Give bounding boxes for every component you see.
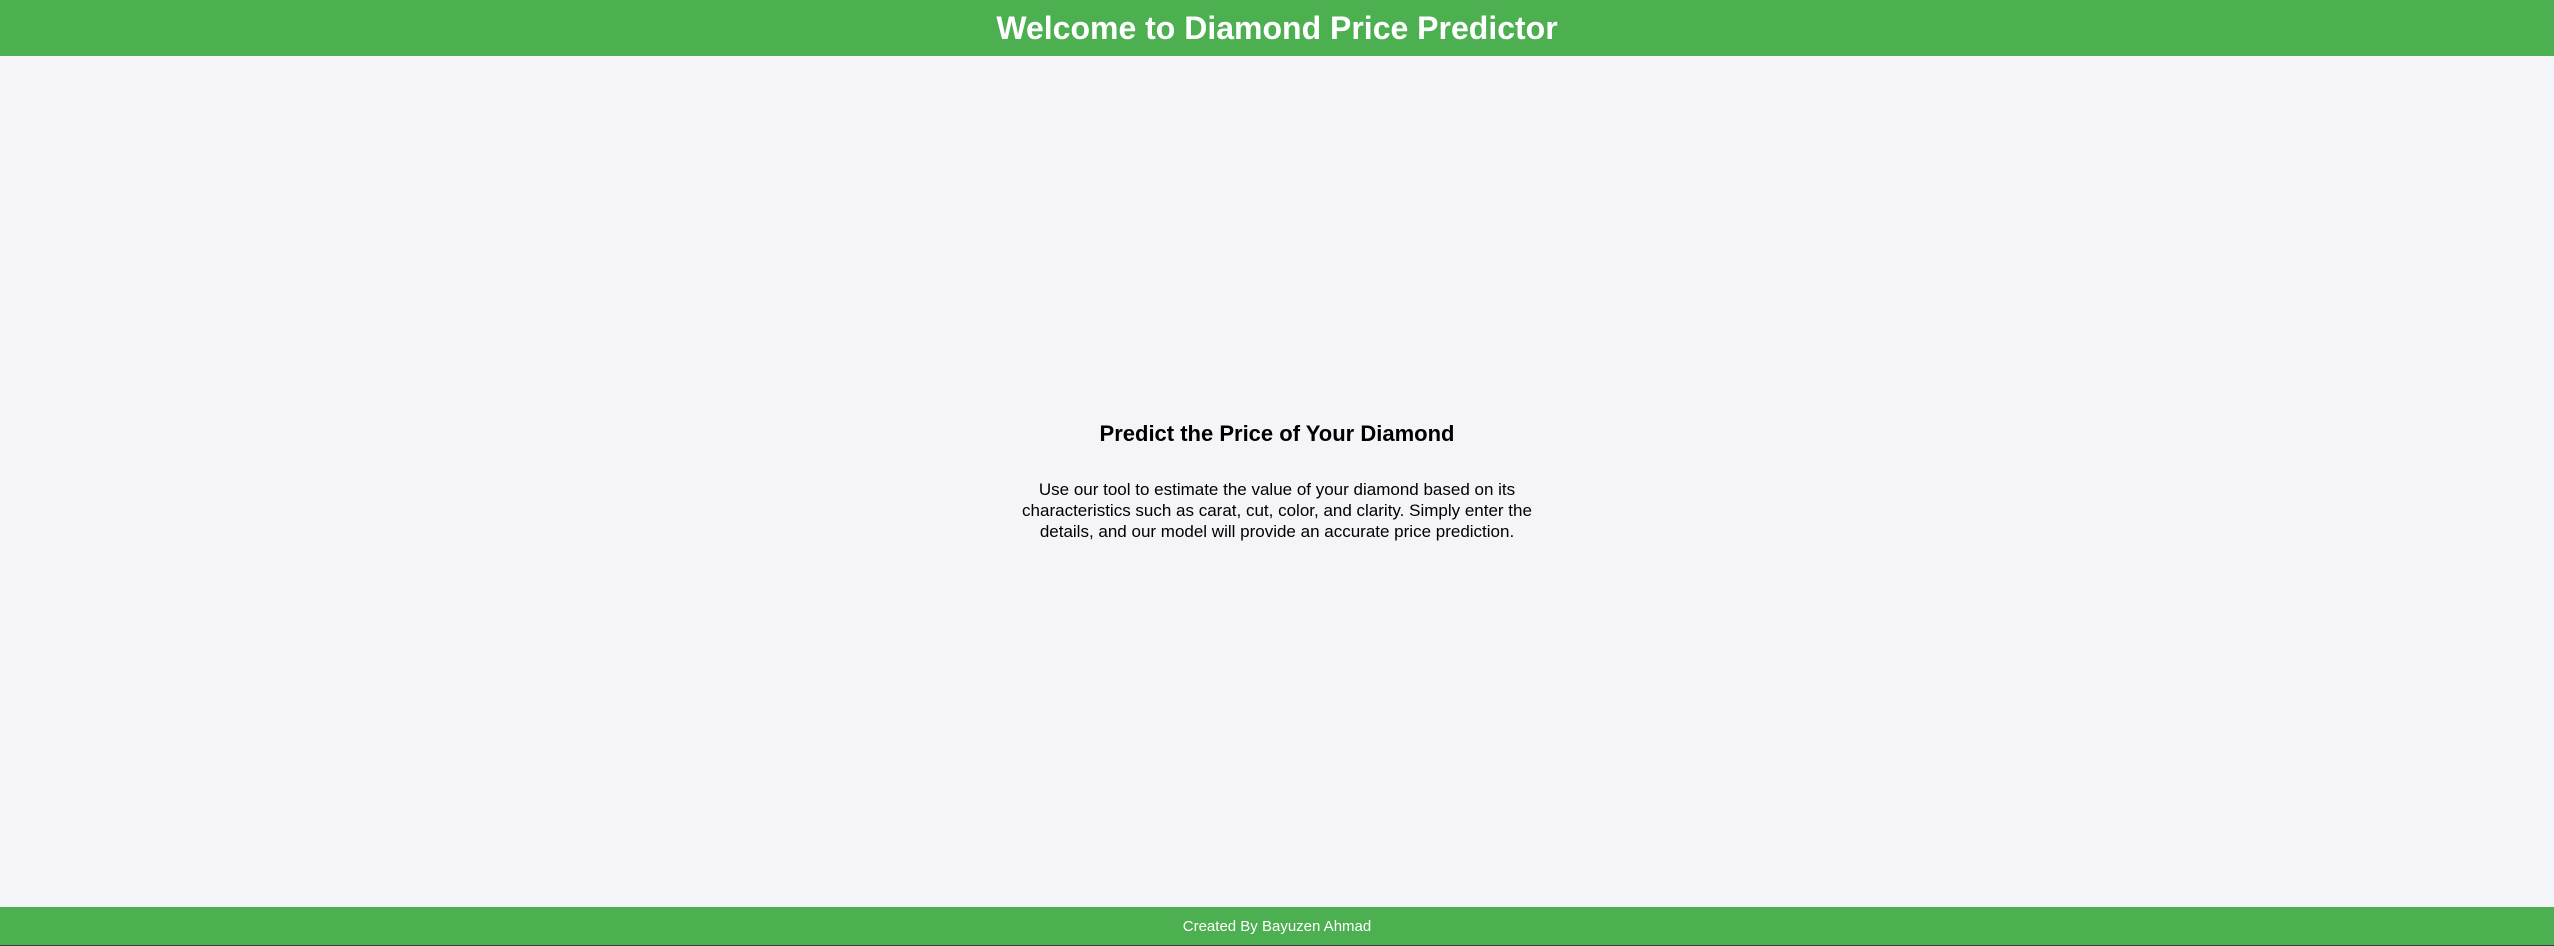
main-content: Predict the Price of Your Diamond Use ou… [0, 56, 2554, 907]
intro-section: Predict the Price of Your Diamond Use ou… [1002, 421, 1552, 542]
page-title: Welcome to Diamond Price Predictor [996, 10, 1558, 46]
footer-credit: Created By Bayuzen Ahmad [1182, 917, 1372, 935]
section-heading: Predict the Price of Your Diamond [1099, 421, 1455, 446]
page-footer: Created By Bayuzen Ahmad [0, 907, 2554, 946]
section-description: Use our tool to estimate the value of yo… [1022, 480, 1532, 541]
page-header: Welcome to Diamond Price Predictor [0, 0, 2554, 56]
